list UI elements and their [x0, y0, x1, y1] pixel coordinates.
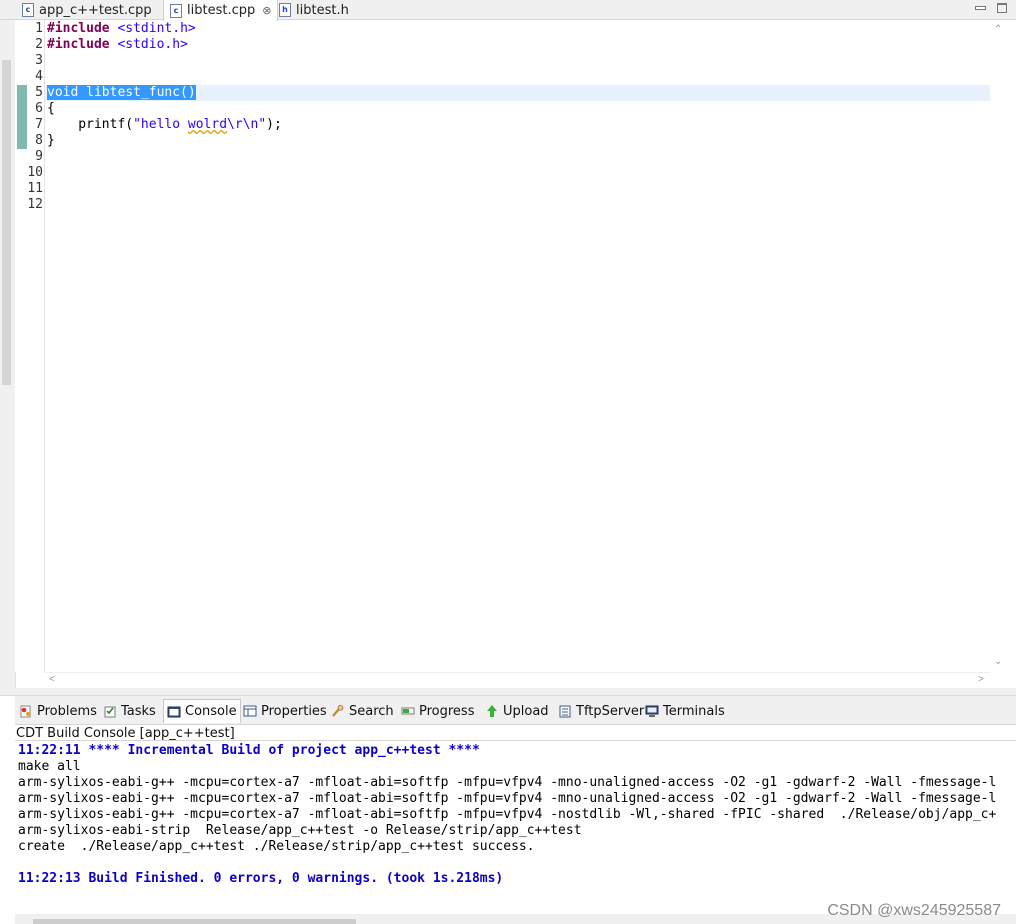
- code-line: }: [47, 133, 55, 148]
- tab-properties[interactable]: Properties: [243, 699, 327, 723]
- console-line: arm-sylixos-eabi-g++ -mcpu=cortex-a7 -mf…: [18, 807, 997, 822]
- tab-tftp-server[interactable]: TftpServer: [558, 699, 644, 723]
- line-number: 11: [27, 181, 43, 196]
- editor-vertical-scrollbar[interactable]: ⌃ ⌄: [990, 20, 1016, 672]
- scroll-left-icon[interactable]: <: [49, 674, 55, 685]
- tab-terminals[interactable]: Terminals: [645, 699, 725, 723]
- editor-tab-bar: c app_c++test.cpp c libtest.cpp ⊗ h libt…: [0, 0, 1016, 21]
- line-number: 7: [35, 117, 43, 132]
- tab-label: libtest.cpp: [187, 3, 256, 18]
- tab-label: app_c++test.cpp: [39, 2, 152, 18]
- problems-icon: [19, 704, 33, 718]
- tab-label: Upload: [503, 703, 549, 719]
- line-number: 1: [35, 21, 43, 36]
- tab-label: libtest.h: [296, 2, 349, 18]
- line-number: 9: [35, 149, 43, 164]
- code-line: #include <stdint.h>: [47, 21, 196, 37]
- left-trim-bar: [0, 20, 16, 688]
- code-line: #include <stdio.h>: [47, 37, 188, 53]
- progress-icon: [401, 704, 415, 718]
- tab-label: Progress: [419, 703, 475, 719]
- console-scroll-thumb[interactable]: [33, 919, 356, 924]
- tab-label: Terminals: [663, 703, 725, 719]
- terminals-icon: [645, 704, 659, 718]
- line-number: 8: [35, 133, 43, 148]
- code-line: void libtest_func(): [47, 85, 196, 101]
- call-text: );: [266, 117, 282, 132]
- watermark: CSDN @xws245925587: [827, 902, 1001, 919]
- console-output[interactable]: 11:22:11 **** Incremental Build of proje…: [15, 741, 1016, 914]
- call-text: printf(: [47, 117, 134, 132]
- line-number: 2: [35, 37, 43, 52]
- left-scroll-thumb[interactable]: [2, 60, 11, 385]
- code-line: printf("hello wolrd\r\n");: [47, 117, 282, 133]
- line-number: 4: [35, 69, 43, 84]
- tab-console[interactable]: Console: [163, 699, 241, 723]
- include-target: <stdint.h>: [109, 21, 196, 36]
- cpp-file-icon: c: [22, 3, 34, 17]
- console-line: arm-sylixos-eabi-g++ -mcpu=cortex-a7 -mf…: [18, 791, 997, 806]
- view-tab-bar: Problems Tasks Console Properties Search…: [15, 696, 1016, 724]
- tab-libtest-h[interactable]: h libtest.h: [279, 0, 349, 20]
- tab-label: Tasks: [121, 703, 156, 719]
- scroll-up-icon[interactable]: ⌃: [994, 24, 1002, 35]
- tab-label: Console: [185, 704, 237, 719]
- close-icon[interactable]: ⊗: [262, 4, 271, 17]
- tab-progress[interactable]: Progress: [401, 699, 474, 723]
- console-line: arm-sylixos-eabi-g++ -mcpu=cortex-a7 -mf…: [18, 775, 997, 790]
- string-literal: "hello: [133, 117, 188, 132]
- tab-label: TftpServer: [576, 703, 645, 719]
- minimize-button[interactable]: [974, 2, 986, 14]
- line-number: 10: [27, 165, 43, 180]
- tab-label: Properties: [261, 703, 327, 719]
- preprocessor-keyword: #include: [47, 21, 110, 36]
- line-number: 6: [35, 101, 43, 116]
- scrollbar-corner: [990, 672, 1016, 688]
- scroll-right-icon[interactable]: >: [978, 674, 984, 685]
- line-number: 3: [35, 53, 43, 68]
- tab-app-cpp-test[interactable]: c app_c++test.cpp: [22, 0, 152, 20]
- console-icon: [167, 705, 181, 719]
- code-editor[interactable]: #include <stdint.h> #include <stdio.h> v…: [45, 20, 990, 672]
- misspelled-word: wolrd: [187, 117, 228, 132]
- code-line: {: [47, 101, 55, 116]
- minimize-icon: [974, 6, 986, 10]
- tab-upload[interactable]: Upload: [485, 699, 549, 723]
- tasks-icon: [103, 704, 117, 718]
- panel-divider[interactable]: [0, 688, 1016, 696]
- console-line: make all: [18, 759, 81, 774]
- console-line: 11:22:13 Build Finished. 0 errors, 0 war…: [18, 871, 504, 886]
- selected-text: void libtest_func(): [47, 85, 196, 100]
- tab-tasks[interactable]: Tasks: [103, 699, 156, 723]
- cpp-file-icon: c: [170, 3, 182, 18]
- include-target: <stdio.h>: [109, 37, 188, 52]
- tab-label: Problems: [37, 703, 97, 719]
- upload-icon: [485, 704, 499, 718]
- tab-label: Search: [349, 703, 394, 719]
- tab-search[interactable]: Search: [331, 699, 394, 723]
- console-line: 11:22:11 **** Incremental Build of proje…: [18, 743, 480, 758]
- scroll-down-icon[interactable]: ⌄: [994, 656, 1002, 667]
- string-literal: \r\n": [227, 117, 267, 132]
- console-line: arm-sylixos-eabi-strip Release/app_c++te…: [18, 823, 582, 838]
- header-file-icon: h: [279, 3, 291, 17]
- maximize-button[interactable]: [996, 2, 1008, 14]
- tftp-server-icon: [558, 704, 572, 718]
- search-icon: [331, 704, 345, 718]
- properties-icon: [243, 704, 257, 718]
- maximize-icon: [997, 3, 1007, 13]
- editor-horizontal-scrollbar[interactable]: < >: [45, 672, 990, 688]
- line-number: 12: [27, 197, 43, 212]
- console-line: create ./Release/app_c++test ./Release/s…: [18, 839, 535, 854]
- tab-libtest-cpp[interactable]: c libtest.cpp ⊗: [163, 0, 279, 21]
- preprocessor-keyword: #include: [47, 37, 110, 52]
- tab-problems[interactable]: Problems: [19, 699, 97, 723]
- console-title: CDT Build Console [app_c++test]: [15, 724, 1016, 741]
- line-number: 5: [35, 85, 43, 100]
